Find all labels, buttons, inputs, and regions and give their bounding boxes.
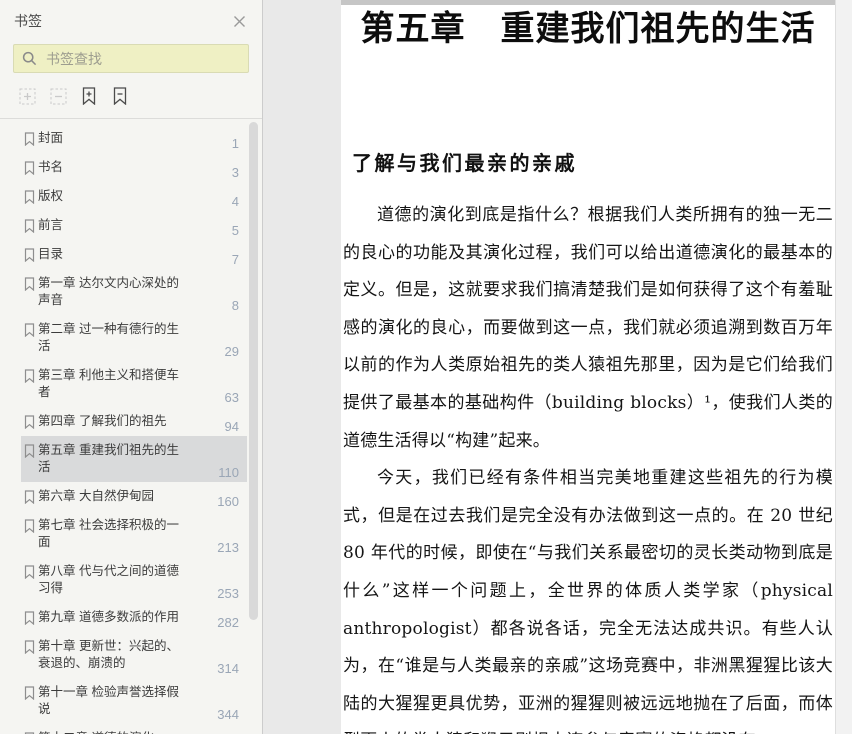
bookmark-item-page: 94	[224, 419, 239, 434]
toolbar-divider	[0, 118, 262, 119]
bookmark-item-label: 前言	[38, 218, 64, 232]
bookmark-item-page: 3	[231, 165, 239, 180]
bookmark-item-label: 第五章 重建我们祖先的生活	[38, 443, 179, 474]
chapter-title: 第五章 重建我们祖先的生活	[360, 9, 816, 49]
bookmark-icon	[24, 640, 35, 654]
bookmark-item-page: 110	[218, 465, 239, 480]
bookmarks-panel: 书签 书签查找 封面 1 书名 3 版权 4 前言 5 目录 7 第一章 达尔文…	[0, 0, 263, 734]
bookmark-icon	[24, 219, 35, 233]
bookmark-item-page: 29	[224, 344, 239, 359]
bookmark-item[interactable]: 第八章 代与代之间的道德习得 253	[21, 557, 247, 603]
pdf-reader-window: 书签 书签查找 封面 1 书名 3 版权 4 前言 5 目录 7 第一章 达尔文…	[0, 0, 852, 734]
expand-all-icon	[18, 87, 36, 105]
bookmark-icon	[24, 611, 35, 625]
bookmark-item-page: 7	[231, 252, 239, 267]
bookmark-item-page: 1	[231, 136, 239, 151]
bookmark-item[interactable]: 第十一章 检验声誉选择假说 344	[21, 678, 247, 724]
bookmark-item[interactable]: 第一章 达尔文内心深处的声音 8	[21, 269, 247, 315]
section-heading: 了解与我们最亲的亲戚	[352, 151, 577, 175]
bookmark-item-label: 第三章 利他主义和搭便车者	[38, 368, 179, 399]
bookmark-item-page: 5	[231, 223, 239, 238]
bookmark-item-page: 314	[217, 661, 239, 676]
bookmark-icon	[24, 686, 35, 700]
bookmark-item[interactable]: 第十二章 道德的演化	[21, 724, 247, 734]
search-input[interactable]	[46, 50, 240, 67]
bookmark-item[interactable]: 封面 1	[21, 124, 247, 153]
bookmark-icon	[24, 519, 35, 533]
bookmark-item-label: 封面	[38, 131, 64, 145]
bookmark-item-page: 160	[217, 494, 239, 509]
bookmark-item[interactable]: 第六章 大自然伊甸园 160	[21, 482, 247, 511]
bookmark-item-page: 4	[231, 194, 239, 209]
bookmark-icon	[24, 248, 35, 262]
document-viewport: 第五章 重建我们祖先的生活 了解与我们最亲的亲戚 道德的演化到底是指什么？根据我…	[263, 0, 852, 734]
bookmarks-panel-header: 书签	[0, 0, 262, 31]
bookmark-item-label: 第十一章 检验声誉选择假说	[38, 685, 179, 716]
bookmark-item-label: 第九章 道德多数派的作用	[38, 610, 179, 624]
bookmark-search[interactable]	[13, 44, 249, 73]
body-paragraph: 道德的演化到底是指什么？根据我们人类所拥有的独一无二的良心的功能及其演化过程，我…	[343, 205, 833, 451]
bookmark-item[interactable]: 第七章 社会选择积极的一面 213	[21, 511, 247, 557]
bookmark-item[interactable]: 第五章 重建我们祖先的生活 110	[21, 436, 247, 482]
bookmark-list: 封面 1 书名 3 版权 4 前言 5 目录 7 第一章 达尔文内心深处的声音 …	[0, 124, 262, 734]
bookmark-item-label: 第四章 了解我们的祖先	[38, 414, 167, 428]
remove-bookmark-icon[interactable]	[111, 87, 129, 105]
sidebar-scrollbar-thumb[interactable]	[249, 122, 258, 620]
bookmark-item-label: 第七章 社会选择积极的一面	[38, 518, 179, 549]
bookmark-icon	[24, 132, 35, 146]
bookmark-icon	[24, 490, 35, 504]
bookmark-icon	[24, 444, 35, 458]
bookmark-item-label: 第六章 大自然伊甸园	[38, 489, 154, 503]
bookmark-icon	[24, 369, 35, 383]
bookmark-item-label: 书名	[38, 160, 64, 174]
bookmark-icon	[24, 161, 35, 175]
bookmark-item-label: 第一章 达尔文内心深处的声音	[38, 276, 179, 307]
bookmark-item-page: 213	[217, 540, 239, 555]
bookmark-item[interactable]: 目录 7	[21, 240, 247, 269]
add-bookmark-icon[interactable]	[80, 87, 98, 105]
bookmark-item[interactable]: 第九章 道德多数派的作用 282	[21, 603, 247, 632]
bookmark-item[interactable]: 书名 3	[21, 153, 247, 182]
bookmark-item-label: 版权	[38, 189, 64, 203]
bookmark-item-page: 282	[217, 615, 239, 630]
bookmark-item-page: 253	[217, 586, 239, 601]
bookmark-icon	[24, 565, 35, 579]
main-scrollbar-track[interactable]	[835, 0, 852, 734]
bookmark-item-label: 目录	[38, 247, 64, 261]
document-page: 第五章 重建我们祖先的生活 了解与我们最亲的亲戚 道德的演化到底是指什么？根据我…	[341, 5, 835, 734]
bookmark-item-label: 第二章 过一种有德行的生活	[38, 322, 179, 353]
close-panel-icon[interactable]	[232, 14, 246, 28]
bookmark-item-label: 第八章 代与代之间的道德习得	[38, 564, 179, 595]
bookmark-item-page: 344	[217, 707, 239, 722]
bookmark-item[interactable]: 第四章 了解我们的祖先 94	[21, 407, 247, 436]
bookmark-item[interactable]: 第十章 更新世：兴起的、衰退的、崩溃的 314	[21, 632, 247, 678]
body-text: 道德的演化到底是指什么？根据我们人类所拥有的独一无二的良心的功能及其演化过程，我…	[343, 197, 833, 734]
bookmark-icon	[24, 323, 35, 337]
search-icon	[22, 51, 37, 66]
bookmark-item[interactable]: 第二章 过一种有德行的生活 29	[21, 315, 247, 361]
bookmark-item-page: 63	[224, 390, 239, 405]
bookmark-item[interactable]: 第三章 利他主义和搭便车者 63	[21, 361, 247, 407]
bookmark-icon	[24, 277, 35, 291]
bookmark-icon	[24, 190, 35, 204]
bookmark-item-label: 第十章 更新世：兴起的、衰退的、崩溃的	[38, 639, 179, 670]
bookmark-item[interactable]: 前言 5	[21, 211, 247, 240]
bookmark-item-label: 第十二章 道德的演化	[38, 730, 188, 734]
panel-title: 书签	[14, 13, 42, 29]
collapse-all-icon	[49, 87, 67, 105]
body-paragraph: 今天，我们已经有条件相当完美地重建这些祖先的行为模式，但是在过去我们是完全没有办…	[343, 468, 833, 734]
bookmark-icon	[24, 415, 35, 429]
bookmark-toolbar	[18, 87, 262, 105]
bookmark-item-page: 8	[231, 298, 239, 313]
bookmark-item[interactable]: 版权 4	[21, 182, 247, 211]
